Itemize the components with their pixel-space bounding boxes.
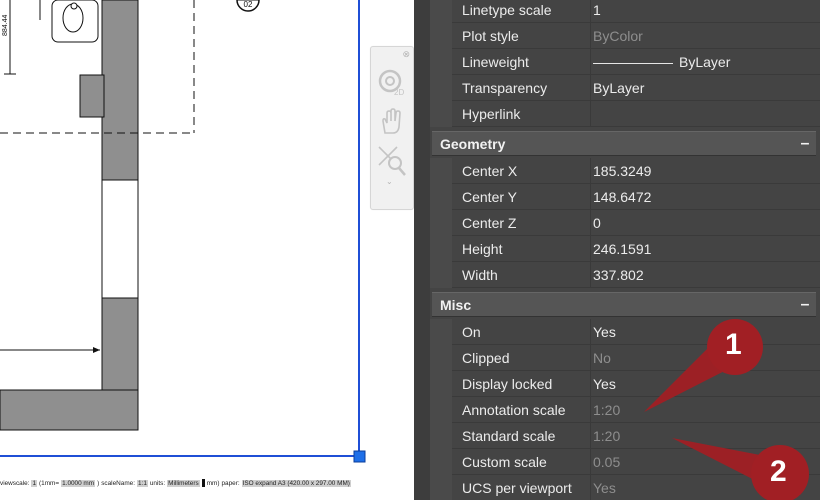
callout-2-marker (672, 438, 809, 500)
zoom-extents-icon[interactable] (375, 143, 409, 176)
drawing-area[interactable]: 884.44 02 viewscale: 1 (1mm= 1.0000 mm )… (0, 0, 414, 500)
viewport-status-line: viewscale: 1 (1mm= 1.0000 mm ) scaleName… (0, 479, 351, 487)
wall-bottom (0, 389, 139, 431)
viewport-border (0, 0, 360, 457)
viewport-grip (353, 450, 366, 463)
wall (101, 0, 139, 181)
properties-panel: Linetype scale 1 Plot style ByColor Line… (414, 0, 820, 500)
chevron-down-icon[interactable]: ⌄ (386, 177, 393, 186)
svg-text:2D: 2D (394, 88, 404, 97)
view-label-text: 02 (244, 0, 253, 9)
door-opening (101, 179, 139, 299)
wall-notch (79, 74, 105, 118)
close-icon[interactable]: ⊗ (402, 49, 410, 60)
toilet-fixture (51, 0, 99, 43)
callout-number-1: 1 (725, 328, 742, 361)
callout-annotations (644, 319, 809, 500)
callout-number-2: 2 (770, 455, 787, 488)
floor-plan-drawing: 884.44 02 (0, 0, 366, 463)
dimension-text: 884.44 (2, 14, 9, 36)
callout-1-marker (644, 319, 763, 412)
navigation-bar: ⊗ 2D ⌄ (370, 46, 414, 210)
text-cursor (201, 479, 205, 487)
pan-hand-icon[interactable] (375, 107, 409, 137)
steering-wheel-2d-icon[interactable]: 2D (375, 67, 409, 97)
